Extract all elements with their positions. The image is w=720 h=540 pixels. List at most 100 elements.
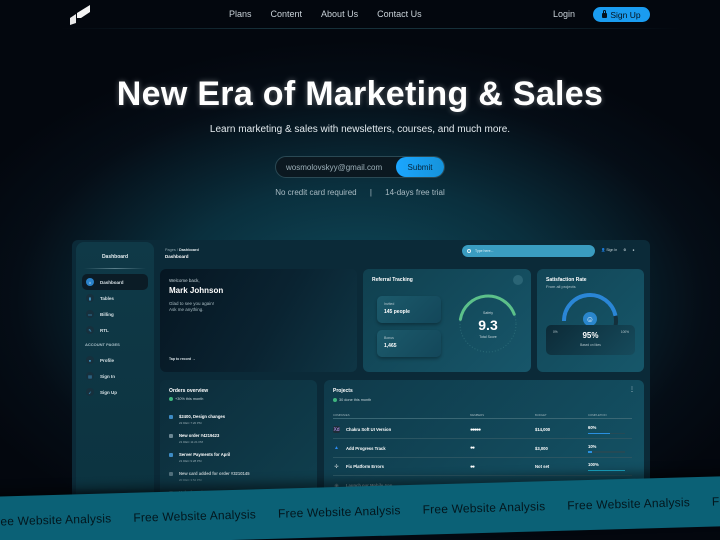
document-icon: ▤: [86, 372, 94, 380]
hero-subtitle: Learn marketing & sales with newsletters…: [209, 124, 511, 135]
user-icon: 👤: [601, 248, 606, 252]
completion-percent: 100%: [588, 462, 599, 467]
card-icon: ▭: [86, 310, 94, 318]
sidebar-title: Dashboard: [101, 254, 129, 260]
signup-button[interactable]: Sign Up: [593, 7, 650, 22]
free-trial-text: 14-days free trial: [385, 188, 445, 197]
user-icon: ●: [86, 356, 94, 364]
sidebar-item-label: RTL: [100, 327, 109, 333]
page-title: Dashboard: [165, 254, 189, 259]
dashboard-search[interactable]: Type here...: [462, 245, 595, 257]
sidebar-item-label: Sign Up: [100, 389, 117, 395]
member-avatars: ●●: [470, 463, 475, 470]
projects-title: Projects: [333, 388, 353, 394]
budget-value: $14,000: [535, 427, 551, 432]
bonus-value: 1,465: [384, 343, 397, 349]
credit-card-icon: [169, 472, 173, 476]
referral-title: Referral Tracking: [372, 277, 413, 283]
submit-button[interactable]: Submit: [396, 157, 444, 177]
satisfaction-value: 95%: [582, 331, 599, 340]
completion-percent: 60%: [588, 425, 597, 430]
orders-title: Orders overview: [169, 388, 209, 394]
note-separator: |: [369, 188, 372, 197]
referral-tracking-card: Referral Tracking Invited 145 people Bon…: [363, 269, 531, 372]
safety-score: 9.3: [478, 317, 498, 333]
satisfaction-value-box: 0% 100% 95% Based on likes: [546, 325, 635, 355]
member-avatars: ●●●●●: [470, 426, 481, 433]
project-budget: $3,000: [535, 440, 548, 457]
sidebar-item-profile[interactable]: ● Profile: [82, 352, 148, 368]
satisfaction-rate-card: Satisfaction Rate From all projects ☺ 0%…: [537, 269, 644, 372]
breadcrumb: Pages / Dashboard: [165, 248, 199, 252]
banner-text: Free Website Analysis: [133, 507, 257, 525]
login-link[interactable]: Login: [553, 9, 575, 19]
welcome-line: Ask me anything.: [169, 307, 204, 312]
sidebar-item-label: Sign In: [100, 373, 115, 379]
order-item: New card added for order #3210145 20 DEC …: [169, 471, 250, 482]
top-nav: Plans Content About Us Contact Us Login …: [0, 0, 720, 29]
logo-icon[interactable]: [68, 3, 92, 25]
tap-to-record-link[interactable]: Tap to record →: [169, 357, 196, 361]
invited-value: 145 people: [384, 309, 410, 315]
user-name: Mark Johnson: [169, 286, 224, 295]
more-vertical-icon[interactable]: ⋮: [629, 386, 635, 393]
banner-text: Free Website Analysis: [277, 503, 401, 521]
project-completion: 60%: [588, 421, 638, 438]
sidebar-item-dashboard[interactable]: ⌂ Dashboard: [82, 274, 148, 290]
projects-subtitle: 30 done this month: [333, 398, 371, 402]
signup-form: Submit: [275, 156, 445, 178]
project-row[interactable]: ✣ Fix Platform Errors ●● Not set 100%: [333, 458, 632, 476]
project-name: Fix Platform Errors: [346, 464, 384, 469]
slack-icon: ✣: [334, 463, 339, 470]
project-budget: $14,000: [535, 421, 550, 438]
cart-icon: [169, 434, 173, 438]
column-header-completion: COMPLETION: [588, 413, 607, 417]
completion-bar-fill: [588, 451, 592, 453]
budget-value: $3,000: [535, 445, 548, 451]
sidebar-item-rtl[interactable]: ✎ RTL: [82, 322, 148, 338]
card-icon: [169, 453, 173, 457]
gauge-arc: [458, 294, 516, 321]
sidebar-item-sign-up[interactable]: ➶ Sign Up: [82, 384, 148, 400]
settings-icon[interactable]: ⚙: [623, 248, 626, 252]
sign-in-label: Sign In: [606, 248, 618, 252]
sign-in-link[interactable]: 👤 Sign In: [601, 248, 617, 252]
order-date: 20 DEC 3:52 PM: [179, 478, 202, 482]
satisfaction-title: Satisfaction Rate: [546, 277, 587, 283]
nav-link-content[interactable]: Content: [271, 9, 303, 19]
nav-link-plans[interactable]: Plans: [229, 9, 252, 19]
banner-text: Free Website Analysis: [711, 491, 720, 509]
total-score-label: Total Score: [479, 335, 497, 339]
landing-page: Plans Content About Us Contact Us Login …: [0, 0, 720, 540]
breadcrumb-root[interactable]: Pages: [165, 248, 176, 252]
home-icon: ⌂: [86, 278, 94, 286]
projects-done: 30 done this month: [339, 398, 372, 402]
completion-bar-fill: [588, 432, 611, 434]
sidebar-item-tables[interactable]: ▮ Tables: [82, 290, 148, 306]
order-date: 22 DEC 7:20 PM: [179, 421, 202, 425]
sidebar-divider: [84, 268, 146, 269]
sidebar-item-label: Billing: [100, 311, 114, 317]
project-row[interactable]: ▲ Add Progress Track ●● $3,000 10%: [333, 440, 632, 458]
sidebar-item-sign-in[interactable]: ▤ Sign In: [82, 368, 148, 384]
orders-growth: +30% this month: [175, 397, 204, 401]
signup-label: Sign Up: [610, 9, 641, 20]
bell-icon[interactable]: ●: [632, 248, 634, 252]
completion-bar: [588, 469, 625, 471]
dashboard-sidebar: Dashboard ⌂ Dashboard ▮ Tables ▭ Billing…: [76, 242, 154, 510]
nav-link-about[interactable]: About Us: [321, 9, 358, 19]
project-name: Add Progress Track: [346, 445, 386, 451]
project-row[interactable]: Xd Chakra Soft UI Version ●●●●● $14,000 6…: [333, 421, 632, 439]
completion-bar: [588, 432, 625, 434]
bonus-stat: Bonus 1,465: [377, 330, 441, 357]
project-completion: 100%: [588, 458, 638, 475]
member-avatars: ●●: [470, 445, 475, 451]
banner-text: Free Website Analysis: [0, 511, 112, 529]
project-company: ✣ Fix Platform Errors: [333, 458, 384, 475]
sidebar-item-billing[interactable]: ▭ Billing: [82, 306, 148, 322]
nav-link-contact[interactable]: Contact Us: [377, 9, 422, 19]
more-options-icon[interactable]: [513, 275, 523, 285]
trial-note: No credit card required | 14-days free t…: [0, 188, 720, 197]
wrench-icon: ✎: [86, 326, 94, 334]
email-input[interactable]: [276, 162, 396, 172]
